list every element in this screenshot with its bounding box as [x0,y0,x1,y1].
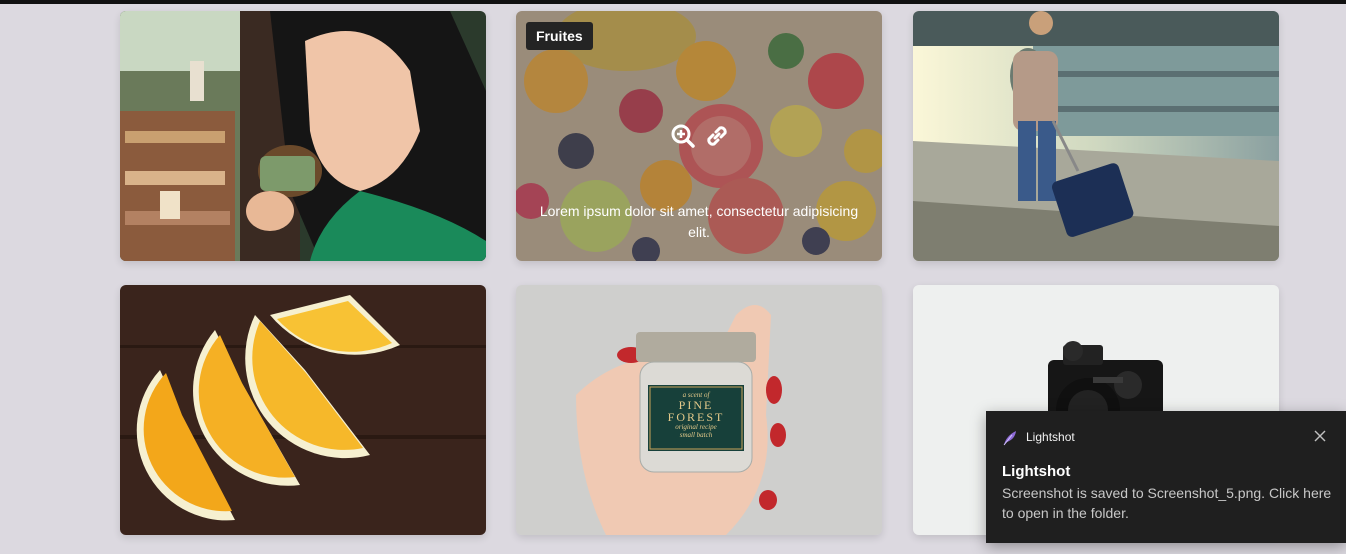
close-icon[interactable] [1312,428,1328,444]
category-tag[interactable]: Fruites [526,22,593,50]
jar-label-line: FOREST [667,410,725,424]
jar-label-line: original recipe [675,423,717,431]
gallery-item-woman[interactable] [120,11,486,261]
gallery-item-fruits[interactable]: Fruites Lorem ipsum dolor sit amet, cons… [516,11,882,261]
notification-message[interactable]: Screenshot is saved to Screenshot_5.png.… [1002,483,1332,523]
woman-smelling-jar-image [120,11,486,261]
feather-icon [1003,431,1016,446]
notification-title: Lightshot [1002,463,1071,480]
link-icon[interactable] [704,123,730,149]
gallery-item-jar[interactable]: a scent of PINE FOREST original recipe s… [516,285,882,535]
gallery-item-oranges[interactable] [120,285,486,535]
orange-slices-image [120,285,486,535]
jar-label-line: small batch [679,431,713,439]
overlay-caption: Lorem ipsum dolor sit amet, consectetur … [539,203,859,240]
jar-label: a scent of PINE FOREST original recipe s… [648,385,744,451]
zoom-in-icon[interactable] [670,123,696,149]
gallery-item-traveler[interactable] [913,11,1279,261]
traveler-with-suitcase-image [913,11,1279,261]
top-dark-bar [0,0,1346,4]
lightshot-notification[interactable]: Lightshot Lightshot Screenshot is saved … [986,411,1346,543]
app-name: Lightshot [1026,430,1075,444]
